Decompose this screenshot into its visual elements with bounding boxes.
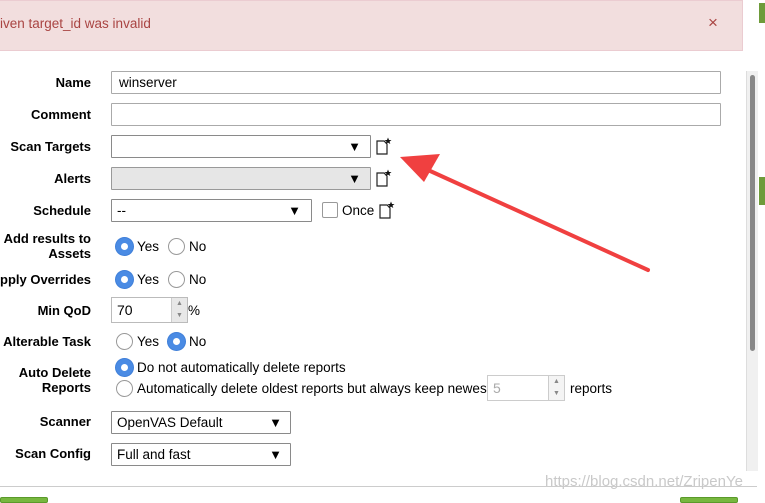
min-qod-label: Min QoD [37, 303, 91, 318]
alerts-select[interactable]: ▼ [111, 167, 371, 190]
spin-down-icon[interactable]: ▼ [172, 310, 187, 322]
background-strip [757, 0, 765, 500]
scan-targets-label: Scan Targets [10, 139, 91, 154]
vertical-scrollbar[interactable] [746, 71, 758, 471]
spin-up-icon[interactable]: ▲ [172, 298, 187, 310]
add-results-no-radio[interactable] [168, 238, 185, 255]
alert-message: iven target_id was invalid [0, 16, 151, 31]
error-alert: iven target_id was invalid × [0, 0, 743, 51]
add-results-label: Add results to Assets [3, 231, 91, 261]
chevron-down-icon: ▼ [269, 447, 282, 462]
chevron-down-icon: ▼ [348, 139, 361, 154]
new-target-icon[interactable] [376, 137, 392, 155]
close-icon[interactable]: × [708, 13, 718, 33]
auto-delete-none-label: Do not automatically delete reports [137, 360, 346, 375]
watermark-text: https://blog.csdn.net/ZripenYe [545, 473, 743, 490]
apply-overrides-no-radio[interactable] [168, 271, 185, 288]
scanner-value: OpenVAS Default [117, 415, 223, 430]
spinner-buttons[interactable]: ▲ ▼ [171, 298, 187, 322]
name-label: Name [55, 75, 91, 90]
auto-delete-keep-radio[interactable] [116, 380, 133, 397]
name-input[interactable]: winserver [111, 71, 721, 94]
chevron-down-icon: ▼ [269, 415, 282, 430]
comment-input[interactable] [111, 103, 721, 126]
new-schedule-icon[interactable] [379, 201, 395, 219]
auto-delete-none-radio[interactable] [116, 359, 133, 376]
once-checkbox[interactable] [322, 202, 338, 218]
background-accent [759, 3, 765, 23]
scan-config-value: Full and fast [117, 447, 191, 462]
alterable-task-yes-label: Yes [137, 334, 160, 349]
alterable-task-yes-radio[interactable] [116, 333, 133, 350]
auto-delete-keep-value: 5 [493, 380, 501, 396]
chevron-down-icon: ▼ [348, 171, 361, 186]
alterable-task-label: Alterable Task [3, 334, 91, 349]
add-results-no-label: No [189, 239, 207, 254]
schedule-select[interactable]: -- ▼ [111, 199, 312, 222]
auto-delete-keep-label: Automatically delete oldest reports but … [137, 381, 491, 396]
spinner-buttons[interactable]: ▲ ▼ [548, 376, 564, 400]
scan-config-select[interactable]: Full and fast ▼ [111, 443, 291, 466]
chevron-down-icon: ▼ [288, 203, 301, 218]
schedule-label: Schedule [33, 203, 91, 218]
auto-delete-keep-suffix: reports [570, 381, 613, 396]
min-qod-value: 70 [117, 302, 133, 318]
save-button[interactable] [680, 497, 738, 503]
min-qod-unit: % [188, 303, 201, 318]
scan-config-label: Scan Config [15, 446, 91, 461]
scan-targets-select[interactable]: ▼ [111, 135, 371, 158]
scrollbar-thumb[interactable] [750, 75, 755, 351]
cancel-button[interactable] [0, 497, 48, 503]
apply-overrides-yes-label: Yes [137, 272, 160, 287]
comment-label: Comment [31, 107, 91, 122]
schedule-value: -- [117, 203, 126, 218]
add-results-yes-label: Yes [137, 239, 160, 254]
scanner-label: Scanner [39, 414, 91, 429]
add-results-yes-radio[interactable] [116, 238, 133, 255]
alterable-task-no-radio[interactable] [168, 333, 185, 350]
background-accent [759, 177, 765, 205]
scanner-select[interactable]: OpenVAS Default ▼ [111, 411, 291, 434]
apply-overrides-label: pply Overrides [0, 272, 92, 287]
alerts-label: Alerts [54, 171, 91, 186]
apply-overrides-yes-radio[interactable] [116, 271, 133, 288]
spin-down-icon[interactable]: ▼ [549, 388, 564, 400]
new-alert-icon[interactable] [376, 169, 392, 187]
apply-overrides-no-label: No [189, 272, 207, 287]
min-qod-spinner[interactable]: 70 ▲ ▼ [111, 297, 188, 323]
once-label: Once [342, 203, 375, 218]
spin-up-icon[interactable]: ▲ [549, 376, 564, 388]
auto-delete-label: Auto Delete Reports [18, 365, 91, 395]
auto-delete-keep-spinner[interactable]: 5 ▲ ▼ [487, 375, 565, 401]
alterable-task-no-label: No [189, 334, 207, 349]
